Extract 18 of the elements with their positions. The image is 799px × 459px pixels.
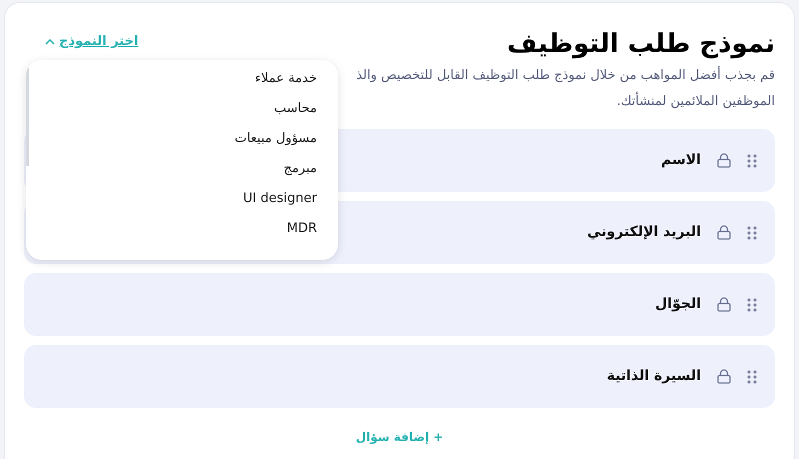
drag-handle-icon[interactable] xyxy=(747,370,757,384)
field-label: الاسم xyxy=(661,151,701,170)
question-row[interactable]: الجوّال xyxy=(24,273,775,336)
drag-handle-icon[interactable] xyxy=(747,226,757,240)
page-title: نموذج طلب التوظيف xyxy=(507,28,775,61)
template-option[interactable]: خدمة عملاء xyxy=(254,69,317,99)
template-option[interactable]: مسؤول مبيعات xyxy=(234,129,317,159)
drag-handle-icon[interactable] xyxy=(747,298,757,312)
description-line: قم بجذب أفضل المواهب من خلال نموذج طلب التوظيف القابل للتخصيص والذ xyxy=(356,65,775,85)
field-label: الجوّال xyxy=(655,295,701,314)
template-option[interactable]: مبرمج xyxy=(284,159,317,189)
field-label: البريد الإلكتروني xyxy=(587,223,701,242)
drag-handle-icon[interactable] xyxy=(747,154,757,168)
template-option[interactable]: محاسب xyxy=(274,99,317,129)
question-row[interactable]: السيرة الذاتية xyxy=(24,345,775,408)
description-line: الموظفين الملائمين لمنشأتك. xyxy=(616,89,775,115)
template-option[interactable]: MDR xyxy=(286,219,317,249)
field-label: السيرة الذاتية xyxy=(606,367,701,386)
